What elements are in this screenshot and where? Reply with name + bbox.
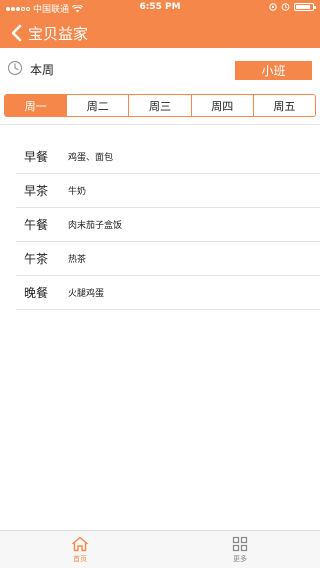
location-icon [269, 2, 277, 11]
chevron-left-icon[interactable] [6, 19, 26, 47]
meal-food: 牛奶 [68, 187, 87, 197]
list-item: 早茶 牛奶 [16, 174, 320, 208]
home-icon [72, 536, 88, 552]
meal-name: 午餐 [24, 218, 49, 232]
meal-name: 晚餐 [24, 286, 49, 300]
tab-tuesday[interactable]: 周二 [67, 95, 130, 116]
tab-thursday[interactable]: 周四 [191, 95, 254, 116]
list-item: 午茶 热茶 [16, 242, 320, 276]
bottom-tab-more[interactable]: 更多 [160, 531, 320, 568]
battery-level [296, 4, 311, 9]
meal-food: 火腿鸡蛋 [68, 289, 105, 299]
status-bar: 中国联通 6:55 PM [0, 0, 320, 15]
alarm-icon [281, 3, 290, 11]
clock-icon [7, 60, 23, 76]
app-header: 中国联通 6:55 PM 宝贝益家 [0, 0, 320, 48]
tab-monday[interactable]: 周一 [5, 95, 68, 116]
meal-name: 早餐 [24, 150, 49, 164]
list-item: 早餐 鸡蛋、面包 [16, 140, 320, 174]
grid-icon [232, 536, 248, 552]
divider [0, 124, 320, 125]
meal-food: 热茶 [68, 255, 87, 265]
meal-list: 早餐 鸡蛋、面包 早茶 牛奶 午餐 肉末茄子盒饭 午茶 热茶 晚餐 火腿鸡蛋 [16, 140, 320, 310]
class-select-button[interactable]: 小班 [235, 61, 312, 80]
page-title: 宝贝益家 [28, 24, 89, 43]
bottom-tab-label: 首页 [73, 555, 87, 563]
meal-name: 早茶 [24, 184, 49, 198]
meal-food: 鸡蛋、面包 [68, 153, 114, 163]
list-item: 午餐 肉末茄子盒饭 [16, 208, 320, 242]
meal-food: 肉末茄子盒饭 [68, 221, 123, 231]
week-label: 本周 [30, 63, 55, 77]
weekday-tabs: 周一 周二 周三 周四 周五 [4, 94, 316, 117]
tab-friday[interactable]: 周五 [253, 95, 315, 116]
bottom-tab-home[interactable]: 首页 [0, 531, 160, 568]
meal-name: 午茶 [24, 252, 49, 266]
tab-wednesday[interactable]: 周三 [129, 95, 192, 116]
bottom-tab-bar: 首页 更多 [0, 530, 320, 568]
nav-bar: 宝贝益家 [0, 18, 320, 48]
battery-icon [294, 2, 316, 11]
status-right [269, 2, 316, 11]
list-item: 晚餐 火腿鸡蛋 [16, 276, 320, 310]
bottom-tab-label: 更多 [233, 555, 247, 563]
